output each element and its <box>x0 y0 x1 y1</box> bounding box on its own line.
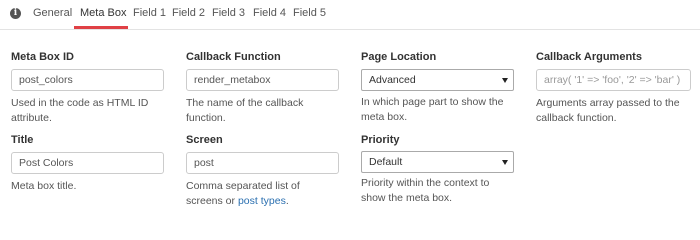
chevron-down-icon <box>502 78 508 83</box>
page-location-value: Advanced <box>369 74 416 86</box>
callback-function-input[interactable] <box>186 69 339 91</box>
tab-bar: i General Meta Box Field 1 Field 2 Field… <box>0 0 700 30</box>
screen-help: Comma separated list of screens or post … <box>186 179 336 209</box>
meta-box-id-input[interactable] <box>11 69 164 91</box>
post-types-link[interactable]: post types <box>238 195 286 207</box>
callback-arguments-help: Arguments array passed to the callback f… <box>536 97 680 124</box>
title-help: Meta box title. <box>11 180 77 192</box>
info-icon[interactable]: i <box>10 8 21 19</box>
tab-meta-box[interactable]: Meta Box <box>80 5 126 23</box>
tab-field-2[interactable]: Field 2 <box>172 5 205 23</box>
page-location-label: Page Location <box>361 51 437 63</box>
priority-select[interactable]: Default <box>361 151 514 173</box>
tab-field-3[interactable]: Field 3 <box>212 5 245 23</box>
screen-input[interactable] <box>186 152 339 174</box>
callback-arguments-input[interactable] <box>536 69 691 91</box>
priority-help: Priority within the context to show the … <box>361 177 490 204</box>
callback-function-label: Callback Function <box>186 51 281 63</box>
tab-field-1[interactable]: Field 1 <box>133 5 166 23</box>
screen-label: Screen <box>186 134 223 146</box>
priority-label: Priority <box>361 134 400 146</box>
tab-general[interactable]: General <box>33 5 72 23</box>
chevron-down-icon <box>502 160 508 165</box>
callback-function-help: The name of the callback function. <box>186 97 304 124</box>
callback-arguments-label: Callback Arguments <box>536 51 642 63</box>
meta-box-id-label: Meta Box ID <box>11 51 74 63</box>
page-location-help: In which page part to show the meta box. <box>361 96 504 123</box>
title-label: Title <box>11 134 34 146</box>
priority-value: Default <box>369 156 403 168</box>
tab-field-4[interactable]: Field 4 <box>253 5 286 23</box>
meta-box-id-help: Used in the code as HTML ID attribute. <box>11 97 149 124</box>
title-input[interactable] <box>11 152 164 174</box>
tab-field-5[interactable]: Field 5 <box>293 5 326 23</box>
screen-help-end: . <box>285 195 289 207</box>
page-location-select[interactable]: Advanced <box>361 69 514 91</box>
active-tab-indicator <box>74 26 128 29</box>
